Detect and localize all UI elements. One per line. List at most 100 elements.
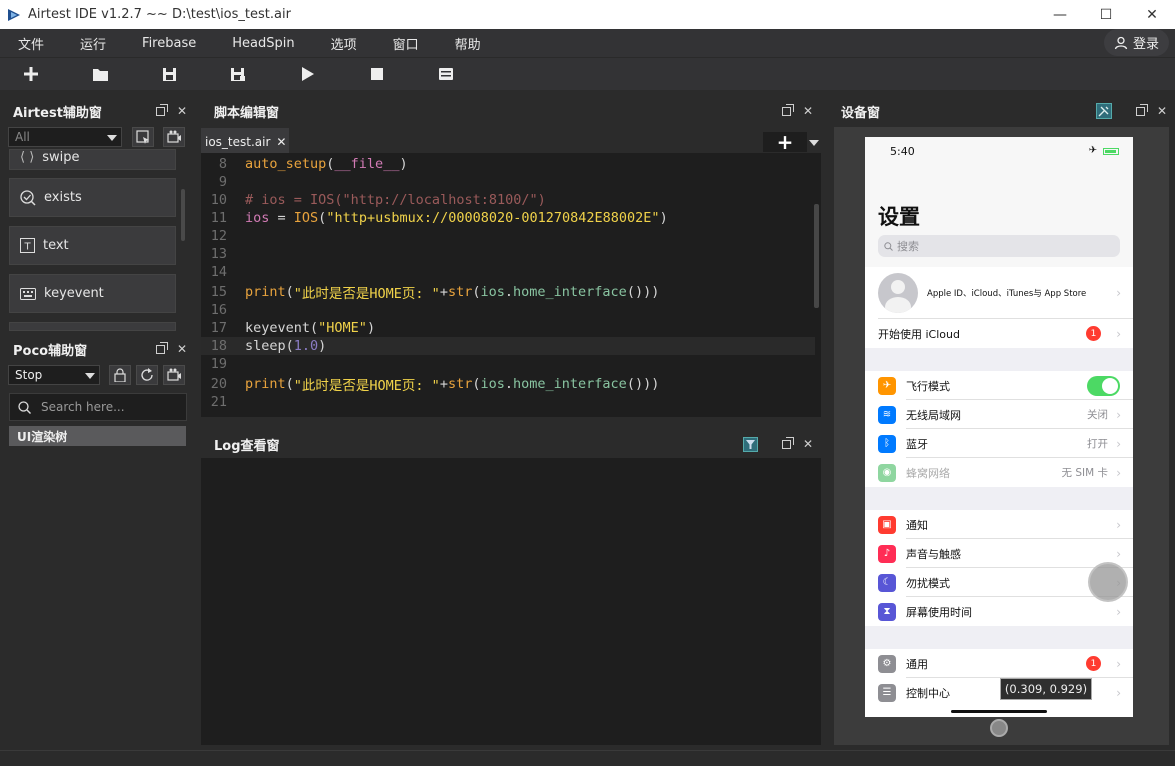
chevron-right-icon: › [1116,546,1121,561]
float-panel-icon[interactable] [155,341,168,354]
close-tab-icon[interactable]: ✕ [276,135,286,149]
airtest-panel-title: Airtest辅助窗 [13,105,102,121]
code-line[interactable]: 14 [201,263,815,281]
settings-row[interactable]: ♪ 声音与触感 › [865,539,1133,568]
float-panel-icon[interactable] [1135,103,1148,116]
menu-headspin[interactable]: HeadSpin [214,36,312,51]
ui-tree-root[interactable]: UI渲染树 [9,426,186,446]
settings-row[interactable]: ☰ 控制中心 › [865,678,1133,707]
minimize-button[interactable]: — [1037,0,1083,29]
record-button[interactable] [163,127,185,147]
device-screen[interactable]: 5:40 ✈ 设置 搜索 Apple ID、iCloud、iTunes与 App… [865,137,1133,717]
line-number: 21 [210,394,227,410]
code-line[interactable]: 10 # ios = IOS("http://localhost:8100/") [201,191,815,209]
code-line[interactable]: 9 [201,173,815,191]
menu-options[interactable]: 选项 [313,34,375,53]
open-folder-button[interactable] [92,66,108,82]
login-button[interactable]: 登录 [1103,29,1169,56]
menu-window[interactable]: 窗口 [375,34,437,53]
new-tab-button[interactable]: + [763,130,807,154]
close-panel-icon[interactable]: ✕ [1157,104,1167,118]
float-panel-icon[interactable] [781,103,794,116]
settings-row[interactable]: ≋ 无线局域网 关闭 › [865,400,1133,429]
refresh-button[interactable] [136,365,158,385]
text-icon: T [20,238,35,253]
folder-icon [92,68,108,81]
tools-icon[interactable] [1095,103,1112,119]
home-button[interactable] [990,719,1008,737]
code-line[interactable]: 18 sleep(1.0) [201,337,815,355]
airtest-logo-icon [8,8,20,21]
new-file-button[interactable] [23,66,39,82]
menu-run[interactable]: 运行 [62,34,124,53]
api-keyevent-button[interactable]: keyevent [9,274,176,313]
save-button[interactable] [161,66,177,82]
tab-list-chevron-icon[interactable] [809,140,819,146]
refresh-icon [141,368,153,381]
phone-header: 设置 搜索 [865,167,1133,267]
run-button[interactable] [300,66,316,82]
log-output-area[interactable] [201,458,821,745]
log-button[interactable] [438,66,454,82]
settings-row[interactable]: ▣ 通知 › [865,510,1133,539]
phone-search-field[interactable]: 搜索 [878,235,1120,257]
code-token: keyevent( [245,320,319,336]
float-panel-icon[interactable] [781,436,794,449]
airtest-panel-scrollbar[interactable] [181,189,185,241]
api-swipe-button[interactable]: ⟨ ⟩ swipe [9,149,176,170]
code-line[interactable]: 16 [201,301,815,319]
code-line[interactable]: 13 [201,245,815,263]
filter-icon[interactable] [742,436,758,452]
settings-row-icon: ◉ [878,463,896,482]
menu-help[interactable]: 帮助 [437,34,499,53]
window-title: Airtest IDE v1.2.7 ~~ D:\test\ios_test.a… [28,7,291,22]
menu-file[interactable]: 文件 [0,34,62,53]
code-line[interactable]: 8 auto_setup(__file__) [201,155,815,173]
code-line[interactable]: 12 [201,227,815,245]
close-panel-icon[interactable]: ✕ [803,104,813,118]
settings-row-icon: ⚙ [878,654,896,673]
code-token: print [245,376,286,392]
settings-row[interactable]: ⚙ 通用 1 › [865,649,1133,678]
settings-row[interactable]: ᛒ 蓝牙 打开 › [865,429,1133,458]
lock-button[interactable] [109,365,131,385]
code-token: ())) [626,376,660,392]
close-window-button[interactable]: ✕ [1129,0,1175,29]
close-panel-icon[interactable]: ✕ [177,342,187,356]
device-panel-title: 设备窗 [841,105,881,121]
settings-row[interactable]: ⧗ 屏幕使用时间 › [865,597,1133,626]
select-region-button[interactable] [132,127,154,147]
airplane-mode-toggle[interactable] [1087,375,1120,396]
tab-ios-test[interactable]: ios_test.air ✕ [201,128,289,153]
code-editor[interactable]: 8 auto_setup(__file__) 9 10 # ios = IOS("htt… [201,153,821,417]
stop-button[interactable] [369,66,385,82]
code-line[interactable]: 15 print("此时是否是HOME页: " + str(ios. home_inte… [201,283,815,302]
maximize-button[interactable]: ☐ [1083,0,1129,29]
poco-record-button[interactable] [163,365,185,385]
api-exists-button[interactable]: exists [9,178,176,217]
api-text-button[interactable]: T text [9,226,176,265]
api-more-button[interactable] [9,322,176,331]
settings-row[interactable]: ✈ 飞行模式 [865,371,1133,400]
code-token: + [439,376,448,392]
code-line[interactable]: 17 keyevent("HOME") [201,319,815,337]
api-filter-select[interactable]: All [8,127,122,147]
float-panel-icon[interactable] [155,103,168,116]
poco-search-input[interactable]: Search here... [9,393,187,421]
code-line[interactable]: 11 ios = IOS("http+usbmux://00008020-0012… [201,209,815,227]
icloud-row[interactable]: 开始使用 iCloud 1 › [865,319,1133,348]
settings-row-label: 屏幕使用时间 [906,605,972,619]
code-line[interactable]: 20 print("此时是否是HOME页: " + str(ios. home_inte… [201,375,815,394]
close-panel-icon[interactable]: ✕ [177,104,187,118]
settings-row[interactable]: ◉ 蜂窝网络 无 SIM 卡 › [865,458,1133,487]
settings-row-label: 声音与触感 [906,547,961,561]
save-as-button[interactable] [230,66,246,82]
editor-scrollbar[interactable] [814,204,819,308]
code-line[interactable]: 21 [201,393,815,411]
menu-firebase[interactable]: Firebase [124,36,214,51]
poco-mode-select[interactable]: Stop [8,365,100,385]
apple-id-row[interactable]: Apple ID、iCloud、iTunes与 App Store › [865,267,1133,319]
settings-row-value: 无 SIM 卡 [1061,467,1109,479]
code-line[interactable]: 19 [201,355,815,373]
close-panel-icon[interactable]: ✕ [803,437,813,451]
